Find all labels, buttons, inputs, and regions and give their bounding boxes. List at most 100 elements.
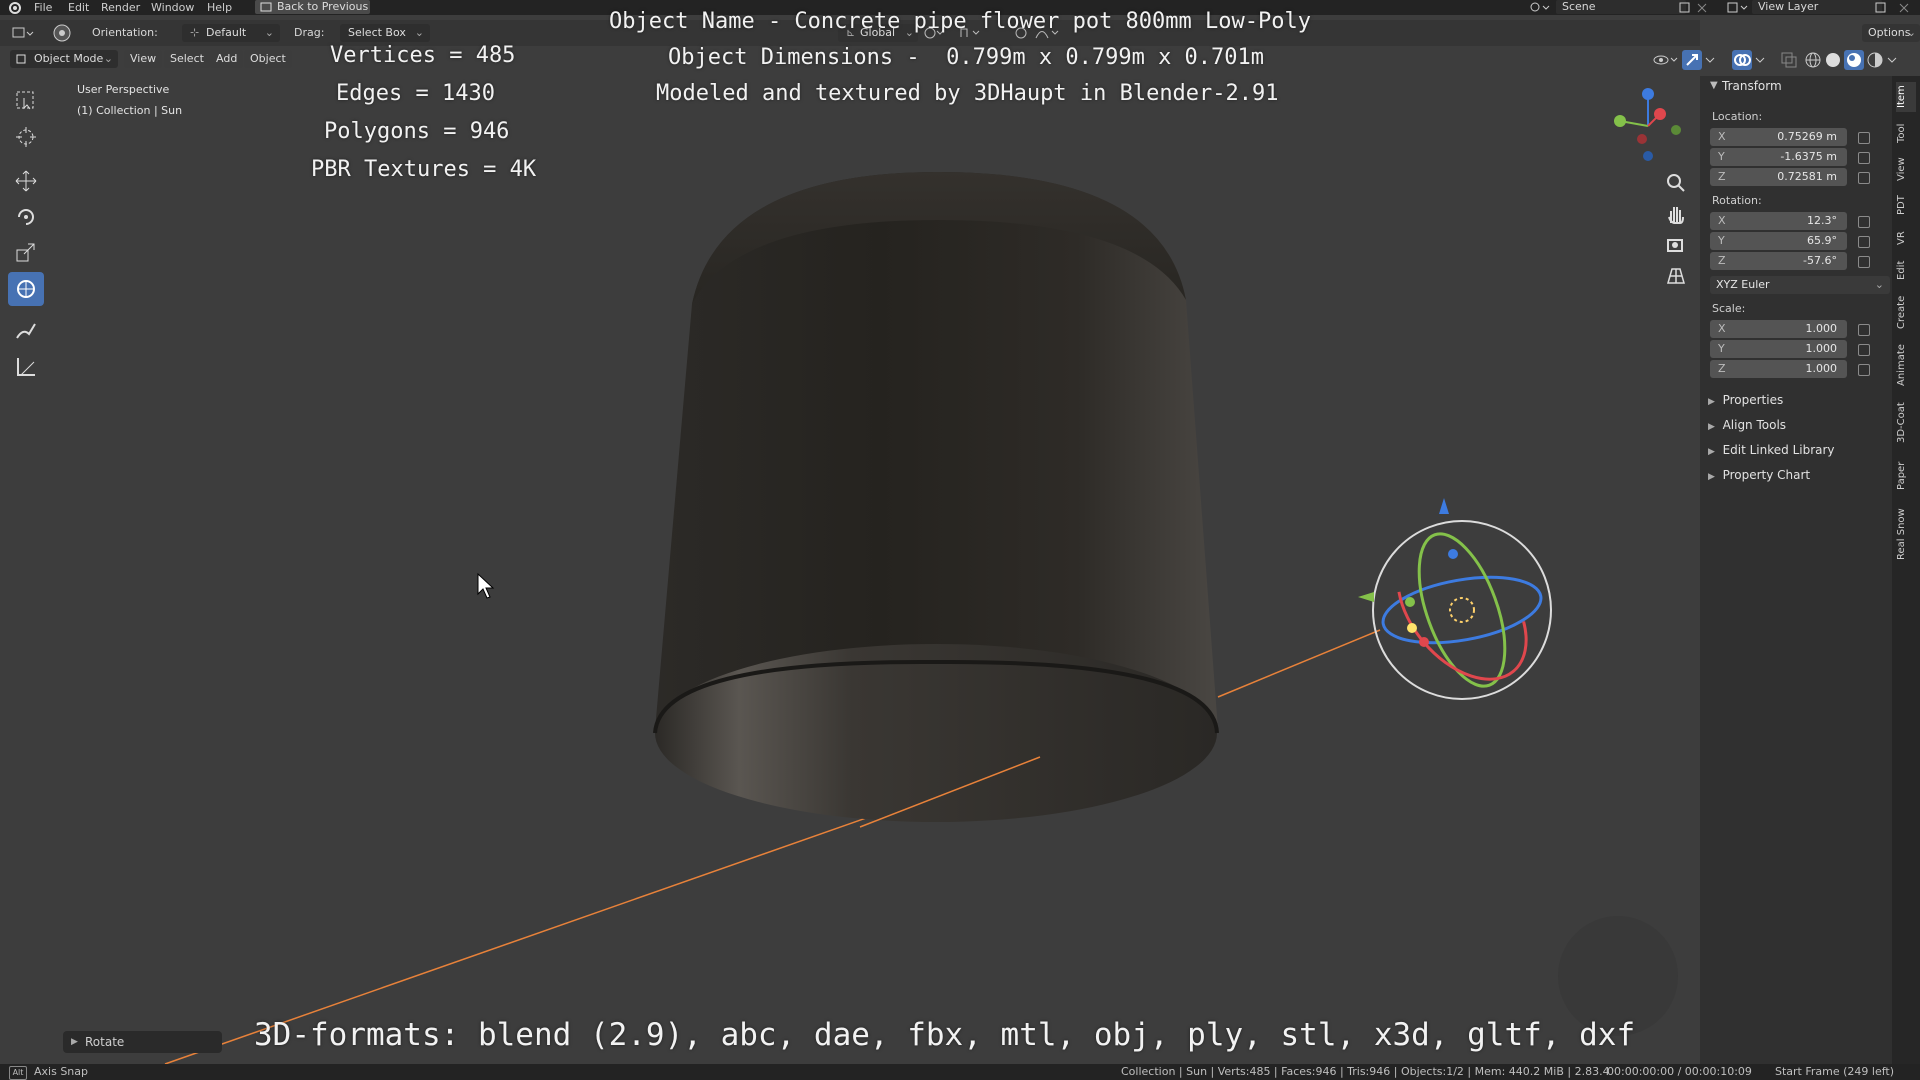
measure-icon <box>17 358 35 376</box>
status-bar: Alt Axis Snap Collection | Sun | Verts:4… <box>0 1064 1920 1080</box>
field-value: -1.6375 m <box>1780 150 1837 163</box>
lock-icon[interactable] <box>1858 172 1870 184</box>
annotate-icon <box>16 323 36 339</box>
overlay-object-dimensions: Object Dimensions - 0.799m x 0.799m x 0.… <box>668 45 1265 70</box>
panel-property-chart[interactable]: ▶ Property Chart <box>1708 468 1810 482</box>
chevron-right-icon: ▶ <box>1708 472 1715 482</box>
tab-pdt[interactable]: PDT <box>1896 190 1916 220</box>
location-label: Location: <box>1712 110 1763 123</box>
overlay-polygons: Polygons = 946 <box>324 119 510 144</box>
rotation-x-field[interactable]: X 12.3° <box>1710 212 1847 230</box>
tab-3d-coat[interactable]: 3D-Coat <box>1896 396 1916 450</box>
cursor-tool[interactable] <box>8 120 44 154</box>
rotate-gizmo[interactable] <box>1358 498 1552 703</box>
overlay-credit: Modeled and textured by 3DHaupt in Blend… <box>656 81 1279 106</box>
location-z-field[interactable]: Z 0.72581 m <box>1710 168 1847 186</box>
field-value: 1.000 <box>1805 342 1838 355</box>
pan-hand-icon[interactable] <box>1665 203 1687 225</box>
move-icon <box>15 170 37 192</box>
tab-edit[interactable]: Edit <box>1896 256 1916 284</box>
scale-y-field[interactable]: Y 1.000 <box>1710 340 1847 358</box>
last-operator-panel[interactable]: ▶ Rotate <box>63 1031 222 1053</box>
transform-tool[interactable] <box>8 272 44 306</box>
tab-paper[interactable]: Paper <box>1896 456 1916 496</box>
field-value: 12.3° <box>1807 214 1837 227</box>
tool-shelf <box>8 84 46 384</box>
rotate-tool[interactable] <box>8 200 44 234</box>
overlay-object-name: Object Name - Concrete pipe flower pot 8… <box>609 9 1311 34</box>
tab-real-snow[interactable]: Real Snow <box>1896 502 1916 566</box>
scale-icon <box>16 243 35 262</box>
field-value: -57.6° <box>1803 254 1837 267</box>
navigation-gizmo[interactable] <box>1604 84 1692 168</box>
panel-edit-linked-library[interactable]: ▶ Edit Linked Library <box>1708 443 1835 457</box>
tab-animate[interactable]: Animate <box>1896 340 1916 390</box>
scene-statistics: Collection | Sun | Verts:485 | Faces:946… <box>1121 1065 1610 1078</box>
measure-tool[interactable] <box>8 350 44 384</box>
alt-key-icon: Alt <box>9 1066 27 1080</box>
select-box-tool[interactable] <box>8 84 44 118</box>
scale-label: Scale: <box>1712 302 1746 315</box>
panel-properties-label: Properties <box>1722 393 1784 407</box>
rotation-y-field[interactable]: Y 65.9° <box>1710 232 1847 250</box>
overlay-formats: 3D-formats: blend (2.9), abc, dae, fbx, … <box>254 1017 1636 1053</box>
axis-label: X <box>1718 322 1726 335</box>
rotation-mode-dropdown[interactable]: XYZ Euler ⌄ <box>1710 276 1890 294</box>
chevron-down-icon[interactable]: ▼ <box>1710 80 1718 91</box>
lock-icon[interactable] <box>1858 324 1870 336</box>
transform-icon <box>17 280 35 298</box>
scale-x-field[interactable]: X 1.000 <box>1710 320 1847 338</box>
axis-label: Z <box>1718 170 1726 183</box>
lock-icon[interactable] <box>1858 364 1870 376</box>
field-value: 1.000 <box>1805 322 1838 335</box>
flower-pot-mesh[interactable] <box>653 172 1219 822</box>
rotation-mode-value: XYZ Euler <box>1716 278 1770 291</box>
lock-icon[interactable] <box>1858 132 1870 144</box>
tab-vr[interactable]: VR <box>1896 226 1916 250</box>
scale-tool[interactable] <box>8 236 44 270</box>
tab-view[interactable]: View <box>1896 154 1916 184</box>
rotate-icon <box>18 209 34 225</box>
overlay-vertices: Vertices = 485 <box>330 43 516 68</box>
panel-edit-linked-library-label: Edit Linked Library <box>1722 443 1835 457</box>
perspective-toggle-icon[interactable] <box>1665 265 1687 287</box>
axis-label: Z <box>1718 254 1726 267</box>
chevron-right-icon: ▶ <box>1708 447 1715 457</box>
camera-view-icon[interactable] <box>1665 234 1687 256</box>
lock-icon[interactable] <box>1858 256 1870 268</box>
location-x-field[interactable]: X 0.75269 m <box>1710 128 1847 146</box>
transform-panel-title[interactable]: Transform <box>1722 79 1782 93</box>
chevron-right-icon: ▶ <box>1708 422 1715 432</box>
chevron-down-icon: ⌄ <box>1874 278 1884 291</box>
sidebar-n-panel: ▼ Transform Location: X 0.75269 m Y -1.637… <box>1700 76 1892 1066</box>
axis-label: Y <box>1718 342 1725 355</box>
tab-create[interactable]: Create <box>1896 290 1916 334</box>
annotate-tool[interactable] <box>8 314 44 348</box>
rotation-label: Rotation: <box>1712 194 1762 207</box>
axis-label: Y <box>1718 150 1725 163</box>
lock-icon[interactable] <box>1858 236 1870 248</box>
field-value: 0.72581 m <box>1777 170 1837 183</box>
lock-icon[interactable] <box>1858 344 1870 356</box>
location-y-field[interactable]: Y -1.6375 m <box>1710 148 1847 166</box>
zoom-icon[interactable] <box>1665 172 1687 194</box>
panel-property-chart-label: Property Chart <box>1722 468 1811 482</box>
frame-info: Start Frame (249 left) <box>1775 1065 1895 1078</box>
tab-item[interactable]: Item <box>1896 82 1916 112</box>
tab-tool[interactable]: Tool <box>1896 118 1916 148</box>
axis-label: X <box>1718 130 1726 143</box>
overlay-edges: Edges = 1430 <box>336 81 495 106</box>
status-hint: Axis Snap <box>34 1065 88 1078</box>
panel-align-tools[interactable]: ▶ Align Tools <box>1708 418 1786 432</box>
field-value: 0.75269 m <box>1777 130 1837 143</box>
viewport-collection-label: (1) Collection | Sun <box>77 104 183 117</box>
panel-align-tools-label: Align Tools <box>1722 418 1787 432</box>
lock-icon[interactable] <box>1858 152 1870 164</box>
light-direction-line-right <box>1217 629 1381 698</box>
rotation-z-field[interactable]: Z -57.6° <box>1710 252 1847 270</box>
move-tool[interactable] <box>8 164 44 198</box>
panel-properties[interactable]: ▶ Properties <box>1708 393 1783 407</box>
overlay-pbr-textures: PBR Textures = 4K <box>311 157 537 182</box>
lock-icon[interactable] <box>1858 216 1870 228</box>
scale-z-field[interactable]: Z 1.000 <box>1710 360 1847 378</box>
